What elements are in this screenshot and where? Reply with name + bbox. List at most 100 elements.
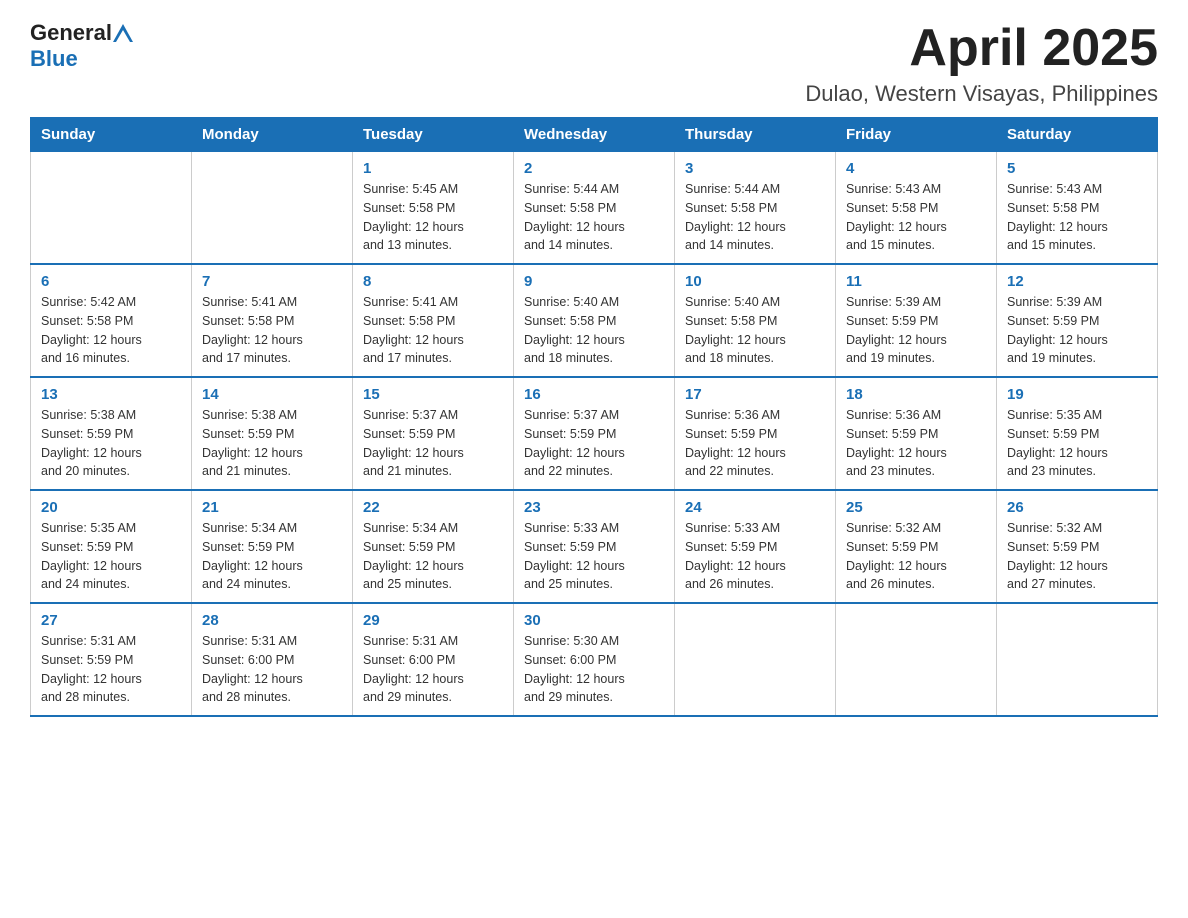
calendar-cell: 11 Sunrise: 5:39 AM Sunset: 5:59 PM Dayli… — [836, 264, 997, 377]
calendar-cell: 30 Sunrise: 5:30 AM Sunset: 6:00 PM Dayli… — [514, 603, 675, 716]
calendar-cell: 18 Sunrise: 5:36 AM Sunset: 5:59 PM Dayli… — [836, 377, 997, 490]
calendar-week-1: 1 Sunrise: 5:45 AM Sunset: 5:58 PM Daylig… — [31, 152, 1158, 265]
day-info: Sunrise: 5:31 AM Sunset: 5:59 PM Dayligh… — [41, 632, 181, 707]
calendar-cell: 10Sunrise: 5:40 AM Sunset: 5:58 PM Dayli… — [675, 264, 836, 377]
logo-triangle-icon — [112, 22, 134, 44]
day-info: Sunrise: 5:38 AM Sunset: 5:59 PM Dayligh… — [202, 406, 342, 481]
day-info: Sunrise: 5:36 AM Sunset: 5:59 PM Dayligh… — [685, 406, 825, 481]
day-info: Sunrise: 5:45 AM Sunset: 5:58 PM Dayligh… — [363, 180, 503, 255]
day-info: Sunrise: 5:30 AM Sunset: 6:00 PM Dayligh… — [524, 632, 664, 707]
calendar-body: 1 Sunrise: 5:45 AM Sunset: 5:58 PM Daylig… — [31, 152, 1158, 717]
calendar-cell: 7Sunrise: 5:41 AM Sunset: 5:58 PM Daylig… — [192, 264, 353, 377]
calendar-cell — [192, 152, 353, 265]
day-number: 16 — [524, 386, 664, 403]
day-info: Sunrise: 5:33 AM Sunset: 5:59 PM Dayligh… — [685, 519, 825, 594]
day-number: 7 — [202, 273, 342, 290]
calendar-cell: 4 Sunrise: 5:43 AM Sunset: 5:58 PM Daylig… — [836, 152, 997, 265]
calendar-cell: 27 Sunrise: 5:31 AM Sunset: 5:59 PM Dayli… — [31, 603, 192, 716]
day-number: 17 — [685, 386, 825, 403]
day-info: Sunrise: 5:40 AM Sunset: 5:58 PM Dayligh… — [685, 293, 825, 368]
day-number: 24 — [685, 499, 825, 516]
logo: General Blue — [30, 20, 134, 72]
calendar-header: SundayMondayTuesdayWednesdayThursdayFrid… — [31, 118, 1158, 152]
day-number: 23 — [524, 499, 664, 516]
day-number: 14 — [202, 386, 342, 403]
logo-blue-text: Blue — [30, 46, 78, 72]
calendar-week-5: 27 Sunrise: 5:31 AM Sunset: 5:59 PM Dayli… — [31, 603, 1158, 716]
calendar-cell: 22 Sunrise: 5:34 AM Sunset: 5:59 PM Dayli… — [353, 490, 514, 603]
day-number: 30 — [524, 612, 664, 629]
day-number: 22 — [363, 499, 503, 516]
logo-general-text: General — [30, 20, 112, 46]
calendar-cell: 6 Sunrise: 5:42 AM Sunset: 5:58 PM Daylig… — [31, 264, 192, 377]
header-day-sunday: Sunday — [31, 118, 192, 152]
calendar-cell: 8Sunrise: 5:41 AM Sunset: 5:58 PM Daylig… — [353, 264, 514, 377]
day-info: Sunrise: 5:43 AM Sunset: 5:58 PM Dayligh… — [846, 180, 986, 255]
page-title: April 2025 — [805, 20, 1158, 77]
calendar-cell — [675, 603, 836, 716]
calendar-cell: 19Sunrise: 5:35 AM Sunset: 5:59 PM Dayli… — [997, 377, 1158, 490]
calendar-cell — [997, 603, 1158, 716]
title-block: April 2025 Dulao, Western Visayas, Phili… — [805, 20, 1158, 107]
header-day-tuesday: Tuesday — [353, 118, 514, 152]
calendar-cell: 21 Sunrise: 5:34 AM Sunset: 5:59 PM Dayli… — [192, 490, 353, 603]
calendar-cell: 25Sunrise: 5:32 AM Sunset: 5:59 PM Dayli… — [836, 490, 997, 603]
day-info: Sunrise: 5:31 AM Sunset: 6:00 PM Dayligh… — [363, 632, 503, 707]
day-info: Sunrise: 5:39 AM Sunset: 5:59 PM Dayligh… — [1007, 293, 1147, 368]
day-info: Sunrise: 5:43 AM Sunset: 5:58 PM Dayligh… — [1007, 180, 1147, 255]
page-header: General Blue April 2025 Dulao, Western V… — [30, 20, 1158, 107]
day-info: Sunrise: 5:39 AM Sunset: 5:59 PM Dayligh… — [846, 293, 986, 368]
day-number: 2 — [524, 160, 664, 177]
day-info: Sunrise: 5:33 AM Sunset: 5:59 PM Dayligh… — [524, 519, 664, 594]
day-info: Sunrise: 5:35 AM Sunset: 5:59 PM Dayligh… — [41, 519, 181, 594]
header-day-thursday: Thursday — [675, 118, 836, 152]
calendar-cell: 3Sunrise: 5:44 AM Sunset: 5:58 PM Daylig… — [675, 152, 836, 265]
calendar-cell: 14 Sunrise: 5:38 AM Sunset: 5:59 PM Dayli… — [192, 377, 353, 490]
header-day-monday: Monday — [192, 118, 353, 152]
calendar-cell: 23 Sunrise: 5:33 AM Sunset: 5:59 PM Dayli… — [514, 490, 675, 603]
day-info: Sunrise: 5:34 AM Sunset: 5:59 PM Dayligh… — [202, 519, 342, 594]
day-info: Sunrise: 5:37 AM Sunset: 5:59 PM Dayligh… — [524, 406, 664, 481]
calendar-cell: 28Sunrise: 5:31 AM Sunset: 6:00 PM Dayli… — [192, 603, 353, 716]
day-info: Sunrise: 5:41 AM Sunset: 5:58 PM Dayligh… — [363, 293, 503, 368]
day-number: 11 — [846, 273, 986, 290]
calendar-cell: 2 Sunrise: 5:44 AM Sunset: 5:58 PM Daylig… — [514, 152, 675, 265]
day-info: Sunrise: 5:40 AM Sunset: 5:58 PM Dayligh… — [524, 293, 664, 368]
day-info: Sunrise: 5:32 AM Sunset: 5:59 PM Dayligh… — [1007, 519, 1147, 594]
header-day-friday: Friday — [836, 118, 997, 152]
day-info: Sunrise: 5:36 AM Sunset: 5:59 PM Dayligh… — [846, 406, 986, 481]
day-info: Sunrise: 5:44 AM Sunset: 5:58 PM Dayligh… — [524, 180, 664, 255]
day-number: 28 — [202, 612, 342, 629]
calendar-cell: 13Sunrise: 5:38 AM Sunset: 5:59 PM Dayli… — [31, 377, 192, 490]
calendar-cell: 26 Sunrise: 5:32 AM Sunset: 5:59 PM Dayli… — [997, 490, 1158, 603]
day-number: 20 — [41, 499, 181, 516]
day-number: 26 — [1007, 499, 1147, 516]
day-number: 6 — [41, 273, 181, 290]
day-number: 21 — [202, 499, 342, 516]
day-info: Sunrise: 5:34 AM Sunset: 5:59 PM Dayligh… — [363, 519, 503, 594]
day-number: 19 — [1007, 386, 1147, 403]
day-number: 15 — [363, 386, 503, 403]
day-number: 4 — [846, 160, 986, 177]
calendar-cell: 16 Sunrise: 5:37 AM Sunset: 5:59 PM Dayli… — [514, 377, 675, 490]
header-day-saturday: Saturday — [997, 118, 1158, 152]
day-number: 27 — [41, 612, 181, 629]
header-row: SundayMondayTuesdayWednesdayThursdayFrid… — [31, 118, 1158, 152]
day-number: 5 — [1007, 160, 1147, 177]
calendar-week-2: 6 Sunrise: 5:42 AM Sunset: 5:58 PM Daylig… — [31, 264, 1158, 377]
day-info: Sunrise: 5:32 AM Sunset: 5:59 PM Dayligh… — [846, 519, 986, 594]
day-info: Sunrise: 5:42 AM Sunset: 5:58 PM Dayligh… — [41, 293, 181, 368]
page-subtitle: Dulao, Western Visayas, Philippines — [805, 81, 1158, 107]
calendar-cell: 1 Sunrise: 5:45 AM Sunset: 5:58 PM Daylig… — [353, 152, 514, 265]
day-number: 3 — [685, 160, 825, 177]
calendar-week-3: 13Sunrise: 5:38 AM Sunset: 5:59 PM Dayli… — [31, 377, 1158, 490]
calendar-table: SundayMondayTuesdayWednesdayThursdayFrid… — [30, 117, 1158, 717]
day-number: 18 — [846, 386, 986, 403]
day-number: 12 — [1007, 273, 1147, 290]
day-info: Sunrise: 5:37 AM Sunset: 5:59 PM Dayligh… — [363, 406, 503, 481]
day-number: 1 — [363, 160, 503, 177]
day-number: 29 — [363, 612, 503, 629]
day-info: Sunrise: 5:38 AM Sunset: 5:59 PM Dayligh… — [41, 406, 181, 481]
calendar-cell — [836, 603, 997, 716]
calendar-cell: 17 Sunrise: 5:36 AM Sunset: 5:59 PM Dayli… — [675, 377, 836, 490]
